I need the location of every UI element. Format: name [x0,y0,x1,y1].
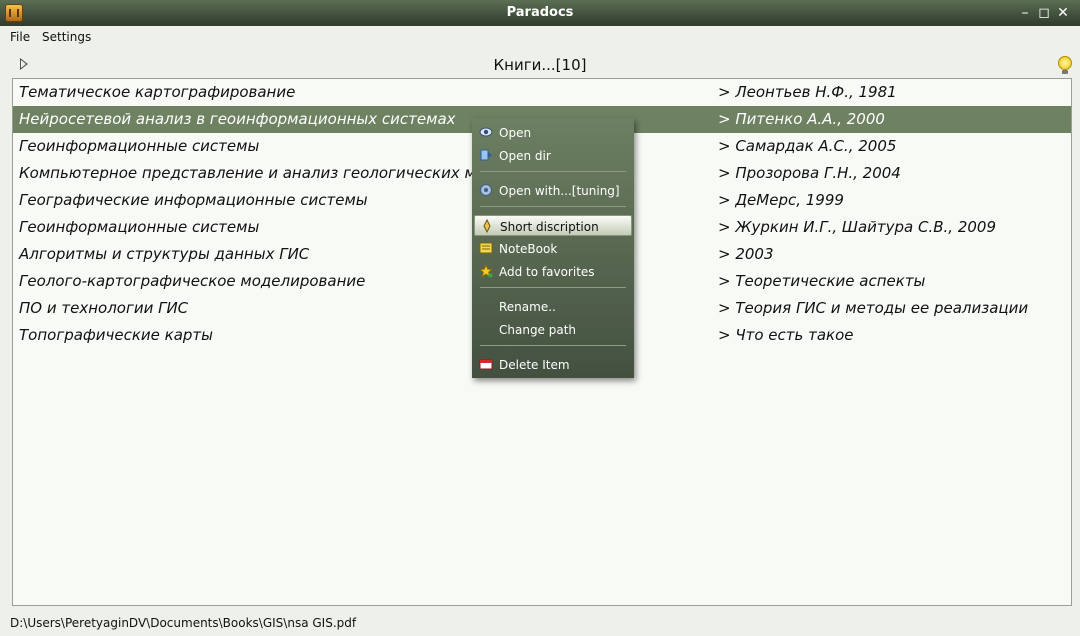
menu-item-delete[interactable]: Delete Item [474,354,632,375]
menu-item-open-dir[interactable]: Open dir [474,145,632,166]
menu-item-label: Rename.. [499,300,556,314]
toolbar: Книги...[10] [0,52,1080,78]
book-meta: > Леонтьев Н.Ф., 1981 [718,83,897,101]
notebook-icon [479,241,493,255]
menu-separator [480,345,626,346]
book-meta: > Теория ГИС и методы ее реализации [718,299,1029,317]
book-title: ПО и технологии ГИС [19,299,189,317]
menu-file[interactable]: File [10,30,30,44]
book-title: Алгоритмы и структуры данных ГИС [19,245,310,263]
star-icon [478,263,494,278]
book-meta: > 2003 [718,245,774,263]
list-heading: Книги...[10] [493,56,587,74]
menu-separator [480,287,626,288]
menu-item-rename[interactable]: Rename.. [474,296,632,317]
book-title: Геоинформационные системы [19,137,260,155]
book-meta: > Что есть такое [718,326,854,344]
status-bar: D:\Users\PeretyaginDV\Documents\Books\GI… [0,612,1080,634]
book-meta: > Теоретические аспекты [718,272,926,290]
close-icon[interactable]: ✕ [1054,4,1072,22]
open-dir-icon [479,148,493,162]
menu-item-label: Open dir [499,149,551,163]
book-title: Географические информационные системы [19,191,368,209]
title-bar: Paradocs – ◻ ✕ [0,0,1080,26]
menu-item-open[interactable]: Open [474,122,632,143]
book-meta: > Питенко А.А., 2000 [718,110,885,128]
book-title: Нейросетевой анализ в геоинформационных … [19,110,456,128]
menu-item-label: NoteBook [499,242,558,256]
book-meta: > Прозорова Г.Н., 2004 [718,164,901,182]
menu-item-label: Add to favorites [499,265,595,279]
menu-separator [480,171,626,172]
menu-separator [480,206,626,207]
book-title: Тематическое картографирование [19,83,296,101]
status-path: D:\Users\PeretyaginDV\Documents\Books\GI… [10,616,357,630]
lightbulb-icon[interactable] [1058,56,1072,74]
book-meta: > Журкин И.Г., Шайтура С.В., 2009 [718,218,997,236]
book-row[interactable]: Тематическое картографирование > Леонтье… [13,79,1071,106]
book-meta: > Самардак А.С., 2005 [718,137,897,155]
minimize-icon[interactable]: – [1016,4,1034,22]
menu-item-short-description[interactable]: Short discription [474,215,632,236]
delete-icon [479,357,493,371]
maximize-icon[interactable]: ◻ [1035,4,1053,22]
eye-icon [479,125,493,139]
book-title: Топографические карты [19,326,213,344]
menu-item-label: Open [499,126,532,140]
menu-item-change-path[interactable]: Change path [474,319,632,340]
menu-item-open-with[interactable]: Open with...[tuning] [474,180,632,201]
pen-icon [480,218,494,234]
menu-item-label: Open with...[tuning] [499,184,620,198]
menu-item-add-to-favorites[interactable]: Add to favorites [474,261,632,282]
menu-item-notebook[interactable]: NoteBook [474,238,632,259]
book-title: Геолого-картографическое моделирование [19,272,366,290]
gear-icon [479,183,493,197]
menu-item-label: Change path [499,323,577,337]
menu-settings[interactable]: Settings [42,30,91,44]
menu-item-label: Short discription [500,220,599,234]
book-title: Геоинформационные системы [19,218,260,236]
book-meta: > ДеМерс, 1999 [718,191,844,209]
window-title: Paradocs [506,5,574,20]
menu-item-label: Delete Item [499,358,570,372]
context-menu: Open Open dir Open with...[tuning] Short… [472,118,634,378]
menu-bar: File Settings [0,26,1080,48]
